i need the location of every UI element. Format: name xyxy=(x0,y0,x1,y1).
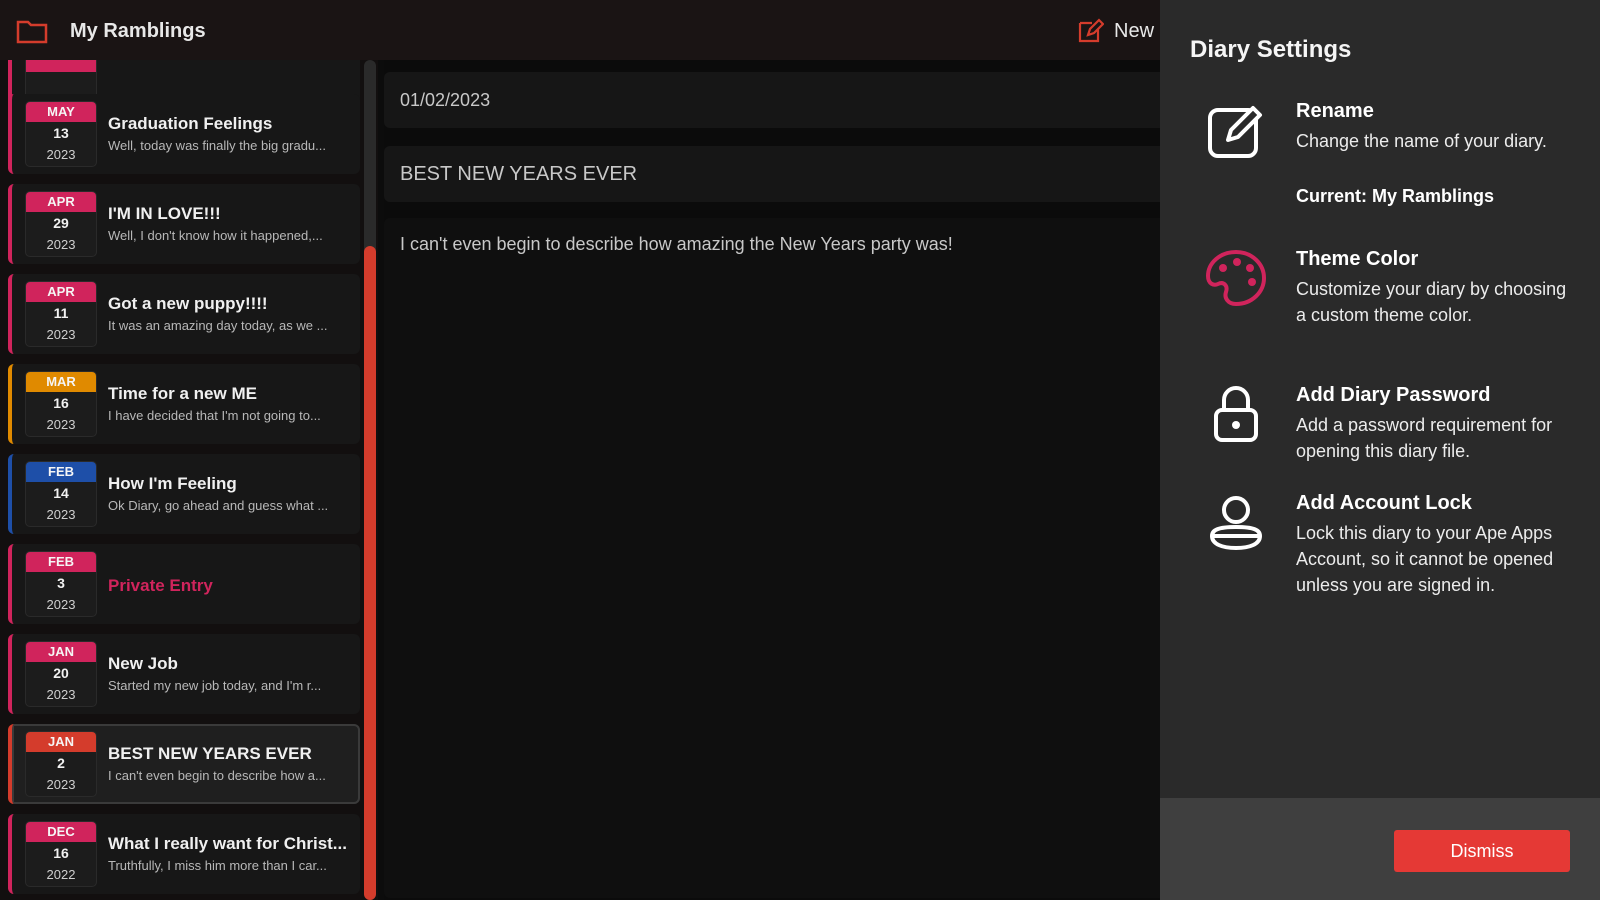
current-name: Current: My Ramblings xyxy=(1296,186,1495,206)
entry-date-badge: DEC 16 2022 xyxy=(26,822,96,886)
entry-item[interactable]: DEC 16 2022 What I really want for Christ..… xyxy=(8,814,360,894)
palette-icon xyxy=(1206,249,1266,307)
entry-title: Private Entry xyxy=(108,576,213,595)
entry-date-badge: JAN 20 2023 xyxy=(26,642,96,706)
new-entry-label: New xyxy=(1114,19,1155,42)
entry-year: 2023 xyxy=(46,507,76,522)
entry-month: APR xyxy=(26,192,96,212)
entry-day: 29 xyxy=(53,215,69,231)
entry-item[interactable]: JAN 2 2023 BEST NEW YEARS EVER I can't even … xyxy=(8,724,360,804)
scroll-thumb[interactable] xyxy=(364,246,376,900)
entry-year: 2023 xyxy=(46,147,76,162)
entry-editor: 01/02/2023 BEST NEW YEARS EVER I can't e… xyxy=(384,60,1160,900)
entry-day: 2 xyxy=(57,755,65,771)
option-title: Add Diary Password xyxy=(1296,384,1491,406)
edit-icon xyxy=(1208,106,1262,158)
option-title: Theme Color xyxy=(1296,248,1419,270)
entry-item[interactable]: MAR 16 2023 Time for a new ME I have decided… xyxy=(8,364,360,444)
entry-list[interactable]: 2023MAY132023Graduation FeelingsWell, to… xyxy=(0,60,378,900)
user-icon xyxy=(1209,496,1263,551)
entry-preview: I can't even begin to describe how a... xyxy=(108,768,326,783)
option-title: Rename xyxy=(1296,100,1374,122)
entry-item[interactable]: APR 29 2023 I'M IN LOVE!!! Well, I don't kno… xyxy=(8,184,360,264)
entry-date-badge: MAY 13 2023 xyxy=(26,102,96,166)
entry-year: 2023 xyxy=(46,597,76,612)
entry-body-field[interactable]: I can't even begin to describe how amazi… xyxy=(384,218,1160,898)
new-entry-button[interactable]: New xyxy=(1076,14,1154,48)
entry-title-field[interactable]: BEST NEW YEARS EVER xyxy=(384,146,1160,202)
entry-preview: Well, I don't know how it happened,... xyxy=(108,228,323,243)
entry-year: 2022 xyxy=(46,867,76,882)
entry-item[interactable]: APR 11 2023 Got a new puppy!!!! It was an am… xyxy=(8,274,360,354)
option-description: Change the name of your diary. xyxy=(1296,131,1547,151)
entry-month: FEB xyxy=(26,462,96,482)
entry-title: Got a new puppy!!!! xyxy=(108,294,268,313)
entry-title: New Job xyxy=(108,654,178,673)
entry-item[interactable]: MAY 13 2023 Graduation Feelings Well, today … xyxy=(8,94,360,174)
title-bar: My Ramblings New xyxy=(0,0,1160,60)
entry-day xyxy=(26,72,96,94)
entry-day: 11 xyxy=(53,305,69,321)
entry-preview: I have decided that I'm not going to... xyxy=(108,408,321,423)
entry-preview: It was an amazing day today, as we ... xyxy=(108,318,328,333)
option-description: Customize your diary by choosing a custo… xyxy=(1296,279,1567,325)
entry-year: 2023 xyxy=(46,237,76,252)
entry-item[interactable]: JAN 20 2023 New Job Started my new job today… xyxy=(8,634,360,714)
entry-year: 2023 xyxy=(46,327,76,342)
entry-month xyxy=(26,60,96,72)
entry-date-badge: MAR 16 2023 xyxy=(26,372,96,436)
entry-year: 2023 xyxy=(46,687,76,702)
entry-date-badge: FEB 3 2023 xyxy=(26,552,96,616)
entry-month: MAR xyxy=(26,372,96,392)
entry-title: BEST NEW YEARS EVER xyxy=(108,744,312,763)
entry-day: 16 xyxy=(53,395,69,411)
diary-settings-panel: Diary Settings Rename Change the name of… xyxy=(1160,0,1600,798)
option-title: Add Account Lock xyxy=(1296,492,1472,514)
option-description: Add a password requirement for opening t… xyxy=(1296,415,1553,461)
entry-preview: Ok Diary, go ahead and guess what ... xyxy=(108,498,329,513)
panel-footer: Dismiss xyxy=(1160,798,1600,900)
entry-year: 2023 xyxy=(46,777,76,792)
folder-icon xyxy=(16,20,48,44)
entry-date-badge: APR 29 2023 xyxy=(26,192,96,256)
option-description: Lock this diary to your Ape Apps Account… xyxy=(1296,523,1554,595)
entry-title: What I really want for Christ... xyxy=(108,834,347,853)
entry-month: DEC xyxy=(26,822,96,842)
entry-item[interactable]: FEB 14 2023 How I'm Feeling Ok Diary, go ahe… xyxy=(8,454,360,534)
entry-year: 2023 xyxy=(46,417,76,432)
entry-month: MAY xyxy=(26,102,96,122)
diary-title: My Ramblings xyxy=(70,20,206,42)
dismiss-button[interactable]: Dismiss xyxy=(1394,830,1570,872)
entry-day: 13 xyxy=(53,125,69,141)
entry-month: JAN xyxy=(26,732,96,752)
entry-day: 3 xyxy=(57,575,65,591)
entry-preview: Truthfully, I miss him more than I car..… xyxy=(108,858,327,873)
entry-month: APR xyxy=(26,282,96,302)
entry-item[interactable]: FEB 3 2023 Private Entry xyxy=(8,544,360,624)
lock-icon xyxy=(1214,386,1258,442)
entry-date-badge: JAN 2 2023 xyxy=(26,732,96,796)
entry-list-scrollbar[interactable] xyxy=(364,60,376,900)
entry-day: 20 xyxy=(53,665,69,681)
entry-date-badge: APR 11 2023 xyxy=(26,282,96,346)
entry-day: 16 xyxy=(53,845,69,861)
entry-title: Graduation Feelings xyxy=(108,114,273,133)
panel-title: Diary Settings xyxy=(1190,36,1352,63)
entry-date-badge: FEB 14 2023 xyxy=(26,462,96,526)
entry-title: Time for a new ME xyxy=(108,384,257,403)
entry-title: I'M IN LOVE!!! xyxy=(108,204,221,223)
entry-month: JAN xyxy=(26,642,96,662)
compose-icon xyxy=(1078,18,1104,43)
entry-preview: Well, today was finally the big gradu... xyxy=(108,138,326,153)
entry-month: FEB xyxy=(26,552,96,572)
entry-title: How I'm Feeling xyxy=(108,474,237,493)
entry-day: 14 xyxy=(53,485,69,501)
entry-preview: Started my new job today, and I'm r... xyxy=(108,678,322,693)
entry-date-field[interactable]: 01/02/2023 xyxy=(384,72,1160,128)
